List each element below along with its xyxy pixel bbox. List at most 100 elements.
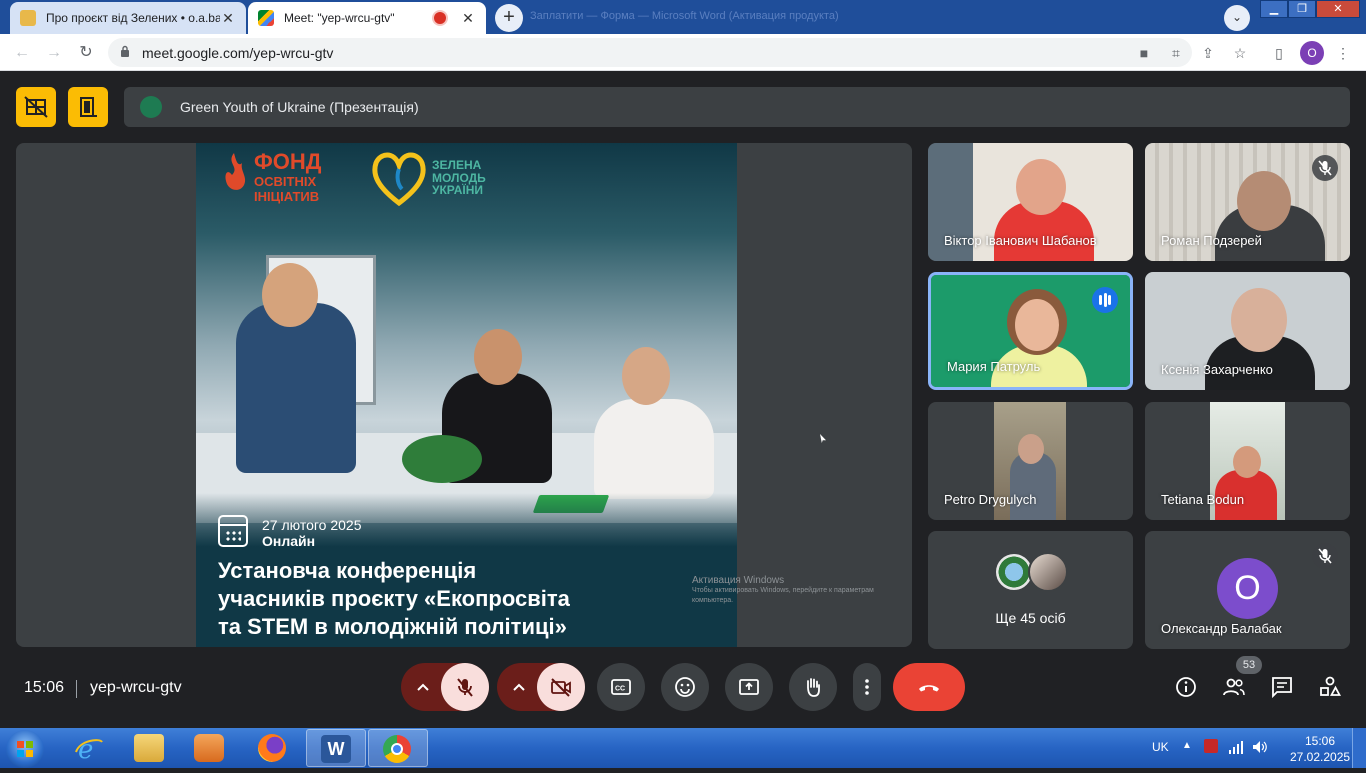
green-youth-line3: УКРАЇНИ — [432, 183, 484, 198]
participant-tile[interactable]: Tetiana Bodun — [1145, 402, 1350, 520]
taskbar-media-player[interactable] — [180, 729, 240, 767]
recording-indicator-icon — [434, 12, 446, 24]
forward-arrow-icon[interactable]: → — [42, 41, 66, 65]
tab-close-icon[interactable]: ✕ — [220, 10, 236, 27]
participant-video — [1231, 288, 1287, 352]
participant-video — [1016, 159, 1066, 215]
raise-hand-button[interactable] — [789, 663, 837, 711]
camera-toggle-button[interactable] — [537, 663, 585, 711]
closed-captions-icon: CC — [611, 679, 631, 695]
present-screen-button[interactable] — [725, 663, 773, 711]
show-hidden-icons-icon[interactable]: ▲ — [1182, 740, 1192, 751]
taskbar-file-explorer[interactable] — [120, 729, 180, 767]
reload-icon[interactable]: ↻ — [74, 41, 98, 65]
foundation-name-line1: ФОНД — [254, 149, 322, 174]
more-options-button[interactable] — [853, 663, 881, 711]
participant-tile[interactable]: O Олександр Балабак — [1145, 531, 1350, 649]
mouse-cursor-icon — [820, 434, 826, 443]
bookmark-star-icon[interactable]: ☆ — [1229, 42, 1251, 64]
people-icon[interactable] — [1222, 675, 1246, 699]
site-favicon-icon — [20, 10, 36, 26]
firefox-icon — [258, 734, 286, 762]
captions-button[interactable]: CC — [597, 663, 645, 711]
tab-search-chevron-icon[interactable]: ⌄ — [1224, 5, 1250, 31]
reactions-button[interactable] — [661, 663, 709, 711]
tab-close-icon[interactable]: ✕ — [460, 10, 476, 27]
participant-name: Petro Drygulych — [944, 492, 1037, 507]
slide-photo-person-head — [262, 263, 318, 327]
window-minimize-button[interactable]: ▁ — [1260, 0, 1288, 18]
more-participants-avatars — [994, 552, 1070, 592]
headline-line3: та STEM в молодіжній політиці» — [218, 614, 567, 639]
layout-button[interactable] — [68, 87, 108, 127]
participant-tile[interactable]: Ксенія Захарченко — [1145, 272, 1350, 390]
speaking-indicator-icon — [1092, 287, 1118, 313]
participant-tile-active-speaker[interactable]: Мария Патруль — [928, 272, 1133, 390]
shared-screen: ФОНД ОСВІТНІХ ІНІЦІАТИВ ЗЕЛЕНА МОЛОДЬ УК… — [16, 143, 912, 647]
chat-icon[interactable] — [1270, 675, 1294, 699]
watermark-line3: компьютера. — [692, 597, 734, 604]
camera-in-use-icon[interactable]: ■ — [1133, 42, 1155, 64]
participant-name: Роман Подзерей — [1161, 233, 1262, 248]
event-headline: Установча конференція учасників проєкту … — [218, 557, 728, 641]
taskbar-word[interactable]: W — [306, 729, 366, 767]
profile-avatar[interactable]: O — [1300, 41, 1324, 65]
event-date: 27 лютого 2025 — [262, 517, 362, 533]
more-participants-label: Ще 45 осіб — [995, 610, 1066, 626]
event-format: Онлайн — [262, 533, 316, 549]
share-icon[interactable]: ⇪ — [1197, 42, 1219, 64]
muted-mic-icon — [1312, 155, 1338, 181]
more-vertical-icon — [865, 679, 869, 695]
chevron-up-icon[interactable] — [511, 681, 527, 693]
participant-tile[interactable]: Petro Drygulych — [928, 402, 1133, 520]
presentation-title: Green Youth of Ukraine (Презентація) — [180, 99, 419, 115]
taskbar-firefox[interactable] — [244, 729, 304, 767]
system-clock[interactable]: 15:06 27.02.2025 — [1290, 733, 1350, 765]
address-bar[interactable]: meet.google.com/yep-wrcu-gtv — [108, 38, 1192, 67]
participant-tile[interactable]: Віктор Іванович Шабанов — [928, 143, 1133, 261]
end-call-icon — [919, 685, 939, 692]
antivirus-tray-icon[interactable] — [1204, 739, 1218, 753]
tab-title: Meet: "yep-wrcu-gtv" — [284, 11, 395, 25]
activities-icon[interactable] — [1318, 675, 1342, 699]
taskbar-internet-explorer[interactable]: e — [60, 729, 120, 767]
translate-icon[interactable]: ⌗ — [1165, 42, 1187, 64]
participant-avatar: O — [1217, 558, 1278, 619]
foundation-name-line2: ОСВІТНІХ — [254, 174, 317, 189]
microphone-toggle-button[interactable] — [441, 663, 489, 711]
meeting-code: yep-wrcu-gtv — [90, 679, 182, 696]
window-maximize-button[interactable]: ❐ — [1288, 0, 1316, 18]
browser-menu-icon[interactable]: ⋮ — [1332, 42, 1354, 64]
foundation-name-line3: ІНІЦІАТИВ — [254, 189, 320, 204]
headline-line2: учасників проєкту «Екопросвіта — [218, 586, 570, 611]
participant-video — [1015, 299, 1059, 351]
back-arrow-icon[interactable]: ← — [10, 41, 34, 65]
window-close-button[interactable]: ✕ — [1316, 0, 1360, 18]
tab-project-page[interactable]: Про проєкт від Зелених • о.а.ba ✕ — [10, 2, 246, 34]
windows-logo-icon — [17, 741, 33, 757]
keyboard-language-indicator[interactable]: UK — [1152, 740, 1169, 754]
show-desktop-button[interactable] — [1352, 728, 1366, 768]
participant-tile[interactable]: Роман Подзерей — [1145, 143, 1350, 261]
chevron-up-icon[interactable] — [415, 681, 431, 693]
green-youth-heart-logo — [372, 152, 426, 207]
hide-presentation-button[interactable] — [16, 87, 56, 127]
windows-start-button[interactable] — [6, 730, 44, 768]
camera-off-icon — [551, 678, 571, 697]
leave-call-button[interactable] — [893, 663, 965, 711]
network-signal-icon[interactable] — [1228, 740, 1244, 754]
no-video-grid-icon — [24, 96, 48, 118]
volume-icon[interactable] — [1252, 740, 1268, 754]
side-panel-icon[interactable]: ▯ — [1268, 42, 1290, 64]
tab-meet[interactable]: Meet: "yep-wrcu-gtv" ✕ — [248, 2, 486, 34]
new-tab-button[interactable]: + — [495, 4, 523, 32]
taskbar-chrome[interactable] — [368, 729, 428, 767]
media-player-icon — [194, 734, 224, 762]
participant-count-badge: 53 — [1236, 656, 1262, 674]
divider — [76, 680, 77, 698]
meeting-details-info-icon[interactable] — [1174, 675, 1198, 699]
foundation-flame-logo — [225, 153, 246, 190]
folder-icon — [134, 734, 164, 762]
more-participants-tile[interactable]: Ще 45 осіб — [928, 531, 1133, 649]
word-icon: W — [321, 735, 351, 763]
